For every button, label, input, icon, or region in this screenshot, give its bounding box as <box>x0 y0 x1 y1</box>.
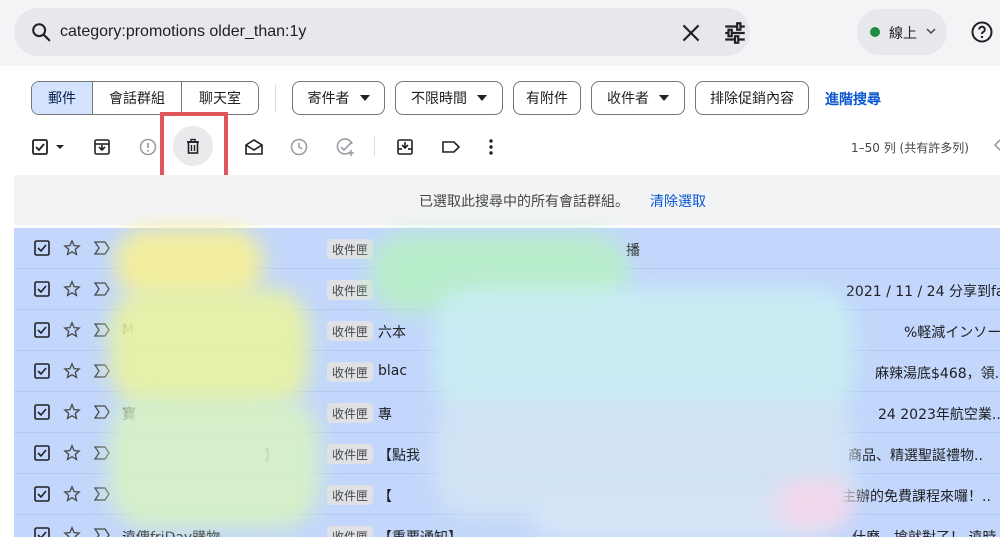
status-label: 線上 <box>889 26 917 42</box>
row-checkbox-checked[interactable] <box>34 281 50 297</box>
view-toggle-group: 郵件 會話群組 聊天室 <box>31 81 259 115</box>
time-filter-chip[interactable]: 不限時間 <box>395 81 503 115</box>
online-status-dot <box>870 27 880 37</box>
mark-as-read-icon[interactable] <box>243 136 265 158</box>
row-snippet: 什麼，搶就對了！ 遠時 <box>852 527 996 537</box>
inbox-label-badge[interactable]: 收件匣 <box>327 280 374 300</box>
to-filter-chip[interactable]: 收件者 <box>591 81 685 115</box>
star-icon[interactable] <box>63 403 81 421</box>
row-snippet: 麻辣湯底$468，領.. <box>875 366 1000 382</box>
inbox-label-badge[interactable]: 收件匣 <box>327 485 374 505</box>
search-bar[interactable] <box>14 8 750 56</box>
inbox-label-badge[interactable]: 收件匣 <box>327 321 374 341</box>
row-checkbox-checked[interactable] <box>34 363 50 379</box>
row-snippet: %軽減インソー.. <box>904 325 1000 341</box>
row-subject: 【 <box>378 489 392 505</box>
select-dropdown-icon[interactable] <box>54 136 66 158</box>
importance-marker-icon[interactable] <box>93 405 111 419</box>
clear-search-icon[interactable] <box>678 20 704 46</box>
pagination-text: 1–50 列 (共有許多列) <box>851 141 969 155</box>
search-input[interactable] <box>60 18 660 46</box>
chip-label: 不限時間 <box>411 91 467 107</box>
chip-divider <box>275 84 276 112</box>
view-messages-button[interactable]: 郵件 <box>32 82 93 114</box>
star-icon[interactable] <box>63 526 81 537</box>
archive-icon[interactable] <box>91 136 113 158</box>
row-subject: 六本 <box>378 325 406 341</box>
row-checkbox-checked[interactable] <box>34 445 50 461</box>
row-snippet: 商品、精選聖誕禮物.. <box>848 448 983 464</box>
row-checkbox-checked[interactable] <box>34 240 50 256</box>
row-snippet: 播 <box>626 243 640 259</box>
exclude-promotions-chip[interactable]: 排除促銷內容 <box>695 81 809 115</box>
advanced-search-link[interactable]: 進階搜尋 <box>825 89 881 109</box>
redaction-blur <box>109 288 309 408</box>
row-snippet: 2021 / 11 / 24 分享到face <box>846 284 1000 300</box>
importance-marker-icon[interactable] <box>93 282 111 296</box>
inbox-label-badge[interactable]: 收件匣 <box>327 526 374 537</box>
inbox-label-badge[interactable]: 收件匣 <box>327 239 374 259</box>
row-checkbox-checked[interactable] <box>34 404 50 420</box>
add-to-tasks-icon[interactable] <box>334 136 356 158</box>
select-all-checkbox[interactable] <box>30 136 52 158</box>
star-icon[interactable] <box>63 321 81 339</box>
inbox-label-badge[interactable]: 收件匣 <box>327 403 374 423</box>
report-spam-icon[interactable] <box>137 136 159 158</box>
row-checkbox-checked[interactable] <box>34 322 50 338</box>
row-sender: 遠傳friDay購物 <box>122 527 220 537</box>
chip-label: 寄件者 <box>307 91 350 107</box>
delete-button-highlight <box>160 112 228 182</box>
snooze-clock-icon[interactable] <box>288 136 310 158</box>
redaction-blur <box>109 398 319 528</box>
chip-label: 排除促銷內容 <box>710 91 794 107</box>
row-checkbox-checked[interactable] <box>34 527 50 537</box>
email-list: 收件匣 播 收件匣 2021 / 11 / 24 分享到face M 收件匣 六… <box>14 228 1000 537</box>
chip-label: 有附件 <box>526 91 568 107</box>
row-snippet: 主辦的免費課程來囉！.. <box>842 489 991 505</box>
clear-selection-link[interactable]: 清除選取 <box>650 191 706 211</box>
importance-marker-icon[interactable] <box>93 241 111 255</box>
view-chat-button[interactable]: 聊天室 <box>182 82 258 114</box>
more-options-icon[interactable] <box>480 136 502 158</box>
search-icon[interactable] <box>30 21 52 43</box>
chevron-left-icon[interactable] <box>992 138 1000 152</box>
search-options-icon[interactable] <box>722 20 748 46</box>
row-subject: blac <box>378 363 408 379</box>
star-icon[interactable] <box>63 444 81 462</box>
selection-banner: 已選取此搜尋中的所有會話群組。 清除選取 <box>14 175 1000 225</box>
star-icon[interactable] <box>63 280 81 298</box>
star-icon[interactable] <box>63 362 81 380</box>
inbox-label-badge[interactable]: 收件匣 <box>327 362 374 382</box>
help-icon[interactable] <box>970 20 994 44</box>
from-filter-chip[interactable]: 寄件者 <box>292 81 385 115</box>
row-subject: 專 <box>378 407 392 423</box>
star-icon[interactable] <box>63 239 81 257</box>
label-tag-icon[interactable] <box>440 136 462 158</box>
view-conversations-button[interactable]: 會話群組 <box>93 82 182 114</box>
row-subject: 【重要通知】 <box>378 527 462 537</box>
importance-marker-icon[interactable] <box>93 528 111 537</box>
selection-banner-text: 已選取此搜尋中的所有會話群組。 <box>419 194 629 210</box>
top-header: 線上 <box>0 0 1000 66</box>
caret-down-icon <box>477 95 487 101</box>
caret-down-icon <box>659 95 669 101</box>
caret-down-icon <box>359 95 370 101</box>
status-button[interactable]: 線上 <box>857 9 947 55</box>
star-icon[interactable] <box>63 485 81 503</box>
chevron-down-icon <box>926 28 936 35</box>
chip-label: 收件者 <box>607 91 649 107</box>
redaction-blur <box>774 478 854 528</box>
row-snippet: 24 2023年航空業... <box>878 407 1000 423</box>
inbox-label-badge[interactable]: 收件匣 <box>327 444 374 464</box>
toolbar-separator <box>374 136 375 156</box>
row-subject: 【點我 <box>378 448 420 464</box>
has-attachment-chip[interactable]: 有附件 <box>513 81 581 115</box>
row-checkbox-checked[interactable] <box>34 486 50 502</box>
move-to-icon[interactable] <box>394 136 416 158</box>
